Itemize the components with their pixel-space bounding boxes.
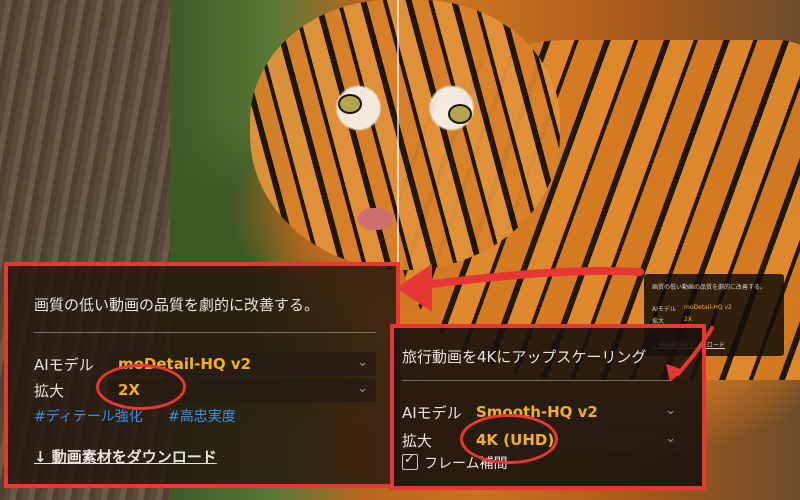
tag-detail-enhance[interactable]: #ディテール強化 (34, 406, 143, 426)
chevron-down-icon: ⌄ (665, 431, 676, 446)
second-settings-panel: 旅行動画を4Kにアップスケーリング AIモデル Smooth-HQ v2 ⌄ 拡… (390, 324, 706, 490)
download-link[interactable]: ↓ 動画素材をダウンロード (34, 446, 217, 467)
tiger-eye-left (338, 94, 362, 114)
ai-model-label: AIモデル (402, 404, 462, 422)
divider-line (34, 332, 376, 333)
mini-ai-model-value: moDetail-HQ v2 (684, 304, 732, 311)
highlight-ellipse-scale-4k (460, 414, 558, 464)
scale-label: 拡大 (402, 432, 433, 450)
chevron-down-icon: ⌄ (357, 381, 368, 396)
tag-high-fidelity[interactable]: #高忠実度 (168, 406, 236, 426)
comparison-divider[interactable] (397, 0, 399, 270)
tiger-nose (358, 208, 392, 230)
chevron-down-icon: ⌄ (357, 355, 368, 370)
tiger-eye-right (448, 104, 472, 124)
checkmark-icon: ✓ (404, 452, 415, 467)
mini-scale-value: 2X (684, 316, 692, 323)
mini-ai-model-label: AIモデル (652, 306, 676, 313)
tiger-face (250, 0, 560, 270)
main-settings-panel: 画質の低い動画の品質を劇的に改善する。 AIモデル moDetail-HQ v2… (4, 262, 400, 488)
scale-label: 拡大 (34, 382, 65, 400)
chevron-down-icon: ⌄ (665, 403, 676, 418)
divider-line (402, 380, 670, 381)
panel-title: 画質の低い動画の品質を劇的に改善する。 (34, 296, 320, 314)
mini-panel-title: 画質の低い動画の品質を劇的に改善する。 (652, 284, 767, 291)
highlight-ellipse-scale-2x (96, 364, 186, 410)
ai-model-label: AIモデル (34, 356, 94, 374)
panel-title: 旅行動画を4Kにアップスケーリング (402, 348, 647, 366)
